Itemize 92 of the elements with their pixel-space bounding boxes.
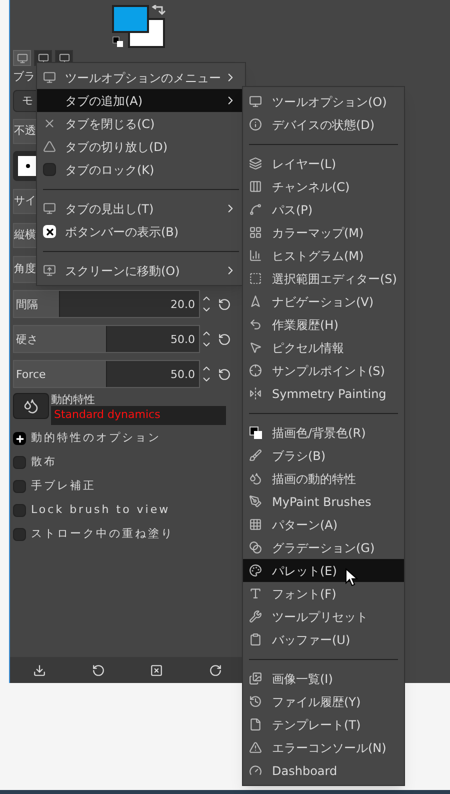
grid-icon	[249, 226, 262, 239]
menu-item[interactable]: バッファー(U)	[243, 628, 404, 651]
clipboard-icon	[249, 633, 262, 646]
crosshair-icon	[249, 364, 262, 377]
file-icon	[249, 718, 262, 731]
menu-item[interactable]: グラデーション(G)	[243, 536, 404, 559]
color-squares-icon	[249, 426, 263, 440]
checkbox[interactable]	[13, 528, 26, 541]
brush-icon	[249, 449, 262, 462]
menu-item[interactable]: レイヤー(L)	[243, 152, 404, 175]
wrench-icon	[249, 610, 262, 623]
undo-icon	[249, 318, 262, 331]
x-mark-icon	[44, 226, 54, 236]
reset-icon[interactable]	[218, 298, 231, 310]
dynamics-field[interactable]: Standard dynamics	[51, 406, 226, 425]
menu-item[interactable]: カラーマップ(M)	[243, 221, 404, 244]
checkbox[interactable]	[43, 225, 56, 238]
save-icon[interactable]	[32, 664, 46, 676]
checkbox[interactable]	[13, 480, 26, 493]
option-label: 手ブレ補正	[31, 478, 96, 494]
dynamics-label: 動的特性	[51, 393, 96, 406]
reset-icon[interactable]	[218, 332, 231, 346]
menu-item[interactable]: サンプルポイント(S)	[243, 359, 404, 382]
menu-item[interactable]: 画像一覧(I)	[243, 667, 404, 690]
navigation-icon	[249, 295, 262, 308]
menu-item[interactable]: ツールオプションのメニュー	[37, 66, 245, 89]
menu-item[interactable]: パターン(A)	[243, 513, 404, 536]
menu-item[interactable]: エラーコンソール(N)	[243, 736, 404, 759]
images-icon	[249, 672, 262, 685]
droplets-icon	[249, 472, 262, 485]
menu-item[interactable]: 描画色/背景色(R)	[243, 421, 404, 444]
palette-icon	[249, 564, 262, 577]
menu-item[interactable]: チャンネル(C)	[243, 175, 404, 198]
menu-item[interactable]: フォント(F)	[243, 582, 404, 605]
menu-item[interactable]: Dashboard	[243, 759, 404, 782]
symmetry-icon	[249, 387, 262, 400]
tool-options-title: ブラ	[13, 70, 35, 84]
value-slider[interactable]: 硬さ 50.0	[13, 325, 200, 353]
pointer-icon	[249, 341, 262, 354]
dock-tab[interactable]	[13, 50, 31, 66]
brush-preview[interactable]	[18, 156, 38, 176]
history-icon	[249, 695, 262, 708]
columns-icon	[249, 180, 262, 193]
option-label: 動的特性のオプション	[31, 430, 161, 446]
expander-icon[interactable]	[13, 432, 26, 445]
close-icon	[43, 117, 56, 130]
menu-item[interactable]: ピクセル情報	[243, 336, 404, 359]
path-icon	[249, 203, 262, 216]
value-slider[interactable]: 間隔 20.0	[13, 290, 200, 318]
menu-item[interactable]: ファイル履歴(Y)	[243, 690, 404, 713]
value-slider[interactable]: Force 50.0	[13, 360, 200, 388]
menu-item[interactable]: デバイスの状態(D)	[243, 113, 404, 136]
menu-item[interactable]: MyPaint Brushes	[243, 490, 404, 513]
menu-item[interactable]: 選択範囲エディター(S)	[243, 267, 404, 290]
font-icon	[249, 587, 262, 600]
checkbox[interactable]	[43, 163, 56, 176]
menu-item[interactable]: Symmetry Painting	[243, 382, 404, 405]
tab-icon	[16, 52, 28, 64]
dynamics-button[interactable]	[13, 393, 49, 419]
histogram-icon	[249, 249, 262, 262]
color-swatches-drawing[interactable]	[112, 5, 168, 49]
option-label: Lock brush to view	[31, 502, 170, 518]
pattern-icon	[249, 518, 262, 531]
menu-item[interactable]: タブのロック(K)	[37, 158, 245, 181]
mouse-cursor-icon	[345, 568, 358, 587]
restore-icon[interactable]	[92, 664, 105, 676]
option-label: ストローク中の重ね塗り	[31, 526, 174, 542]
dynamics-icon	[23, 398, 39, 414]
menu-item[interactable]: ツールプリセット	[243, 605, 404, 628]
delete-icon[interactable]	[150, 664, 164, 676]
gauge-icon	[249, 764, 262, 777]
menu-item[interactable]: パス(P)	[243, 198, 404, 221]
option-label: 散布	[31, 454, 57, 470]
menu-item[interactable]: ツールオプション(O)	[243, 90, 404, 113]
checkbox[interactable]	[13, 504, 26, 517]
menu-item[interactable]: パレット(E)	[243, 559, 404, 582]
menu-item[interactable]: 描画の動的特性	[243, 467, 404, 490]
reset-icon[interactable]	[218, 368, 231, 380]
warning-icon	[249, 741, 262, 754]
menu-item[interactable]: ナビゲーション(V)	[243, 290, 404, 313]
menu-item[interactable]: ブラシ(B)	[243, 444, 404, 467]
menu-item[interactable]: タブの追加(A)	[37, 89, 245, 112]
dashed-square-icon	[249, 272, 262, 285]
menu-item[interactable]: テンプレート(T)	[243, 713, 404, 736]
screen-icon	[43, 264, 56, 277]
menu-item[interactable]: 作業履歴(H)	[243, 313, 404, 336]
info-icon	[249, 118, 262, 131]
reset-icon[interactable]	[209, 664, 222, 676]
checkbox[interactable]	[13, 456, 26, 469]
menu-item[interactable]: ヒストグラム(M)	[243, 244, 404, 267]
pen-icon	[249, 495, 262, 508]
layers-icon	[249, 157, 262, 170]
